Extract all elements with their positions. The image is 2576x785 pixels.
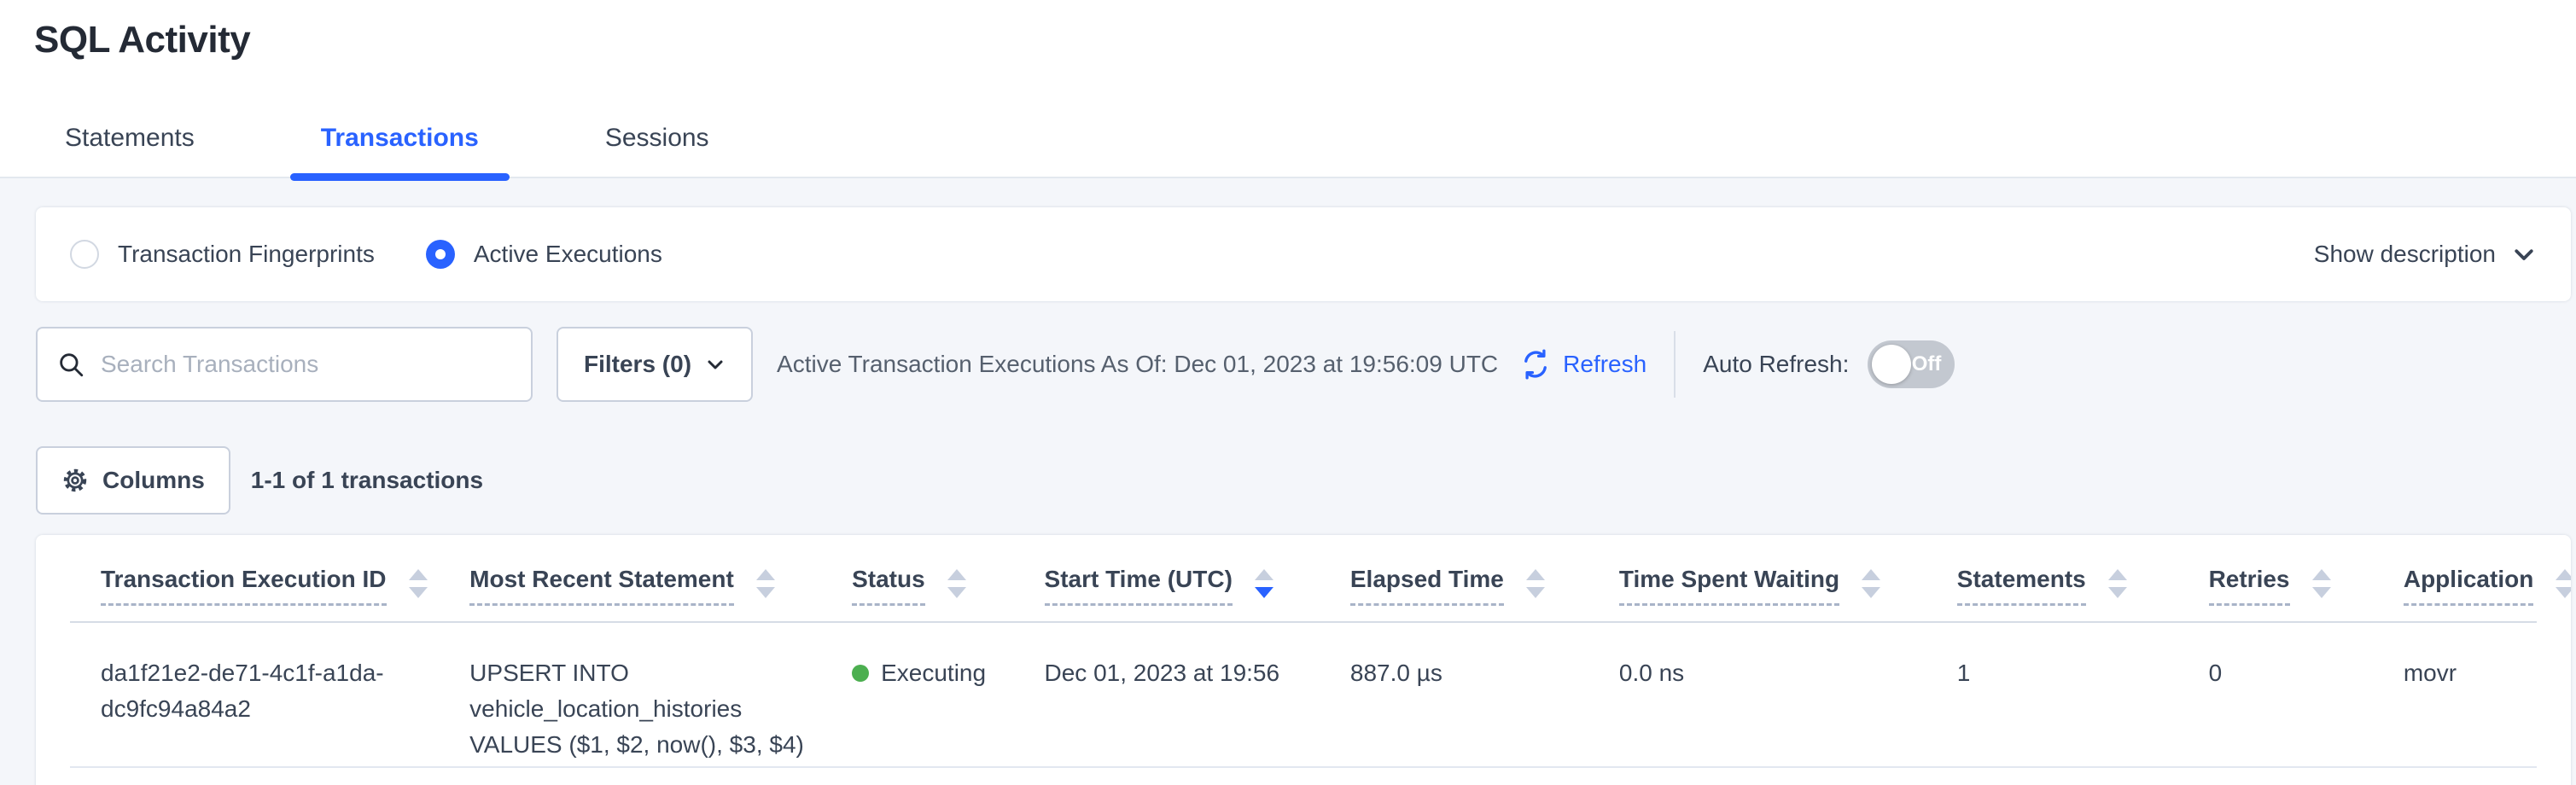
table-row: da1f21e2-de71-4c1f-a1da-dc9fc94a84a2 UPS… (70, 622, 2537, 767)
refresh-icon (1520, 349, 1551, 380)
column-header-status[interactable]: Status (852, 535, 1044, 622)
search-input[interactable] (101, 351, 512, 378)
toolbar: Filters (0) Active Transaction Execution… (36, 327, 2571, 402)
column-header-elapsed-time[interactable]: Elapsed Time (1350, 535, 1619, 622)
radio-label: Transaction Fingerprints (118, 241, 375, 268)
filters-button[interactable]: Filters (0) (557, 327, 753, 402)
cell-transaction-execution-id[interactable]: da1f21e2-de71-4c1f-a1da-dc9fc94a84a2 (70, 622, 469, 767)
columns-label: Columns (102, 467, 205, 494)
tab-statements[interactable]: Statements (34, 124, 225, 177)
show-description-label: Show description (2314, 241, 2496, 268)
radio-active-executions[interactable]: Active Executions (426, 240, 662, 269)
radio-selected-icon (426, 240, 455, 269)
main-content: Transaction Fingerprints Active Executio… (0, 178, 2576, 785)
cell-statements: 1 (1957, 622, 2209, 767)
tab-sessions[interactable]: Sessions (574, 124, 740, 177)
cell-application: movr (2404, 622, 2537, 767)
sort-icon[interactable] (2312, 566, 2331, 598)
radio-label: Active Executions (474, 241, 662, 268)
tab-bar: Statements Transactions Sessions (34, 124, 2542, 177)
page-header: SQL Activity Statements Transactions Ses… (0, 0, 2576, 178)
status-label: Executing (881, 655, 986, 691)
radio-unselected-icon (70, 240, 99, 269)
refresh-label: Refresh (1563, 351, 1646, 378)
search-box (36, 327, 533, 402)
cell-start-time: Dec 01, 2023 at 19:56 (1045, 622, 1350, 767)
tab-transactions[interactable]: Transactions (290, 124, 510, 177)
cell-status: Executing (852, 622, 1044, 767)
filters-label: Filters (0) (584, 351, 691, 378)
sql-activity-page: SQL Activity Statements Transactions Ses… (0, 0, 2576, 785)
toolbar-divider (1674, 331, 1676, 398)
page-title: SQL Activity (34, 19, 2542, 62)
sort-icon[interactable] (756, 566, 775, 598)
column-header-retries[interactable]: Retries (2209, 535, 2404, 622)
column-header-application[interactable]: Application (2404, 535, 2537, 622)
cell-most-recent-statement: UPSERT INTO vehicle_location_histories V… (469, 622, 852, 767)
show-description-toggle[interactable]: Show description (2314, 241, 2537, 268)
table-controls: Columns 1-1 of 1 transactions (36, 446, 2571, 515)
toggle-knob-icon (1872, 345, 1911, 384)
sort-icon[interactable] (947, 566, 966, 598)
column-header-time-spent-waiting[interactable]: Time Spent Waiting (1619, 535, 1957, 622)
chevron-down-icon (2511, 241, 2537, 267)
sort-icon[interactable] (2108, 566, 2127, 598)
transactions-table: Transaction Execution ID Most Recent Sta… (70, 535, 2537, 768)
table-header-row: Transaction Execution ID Most Recent Sta… (70, 535, 2537, 622)
column-header-start-time[interactable]: Start Time (UTC) (1045, 535, 1350, 622)
transactions-table-card: Transaction Execution ID Most Recent Sta… (36, 535, 2571, 785)
sort-icon[interactable] (409, 566, 428, 598)
chevron-down-icon (705, 354, 726, 375)
as-of-label: Active Transaction Executions As Of: Dec… (777, 351, 1498, 378)
sort-desc-icon[interactable] (1255, 566, 1273, 598)
sort-icon[interactable] (1862, 566, 1880, 598)
radio-transaction-fingerprints[interactable]: Transaction Fingerprints (70, 240, 375, 269)
auto-refresh-toggle[interactable]: Off (1868, 340, 1955, 388)
cell-retries: 0 (2209, 622, 2404, 767)
executing-status-dot-icon (852, 665, 869, 682)
refresh-button[interactable]: Refresh (1520, 349, 1646, 380)
column-header-statements[interactable]: Statements (1957, 535, 2209, 622)
search-icon (56, 350, 85, 379)
sort-icon[interactable] (2556, 566, 2571, 598)
cell-time-spent-waiting: 0.0 ns (1619, 622, 1957, 767)
auto-refresh-label: Auto Refresh: (1703, 351, 1849, 378)
toggle-state-label: Off (1912, 352, 1942, 376)
column-header-transaction-execution-id[interactable]: Transaction Execution ID (70, 535, 469, 622)
results-count: 1-1 of 1 transactions (251, 467, 483, 494)
view-mode-card: Transaction Fingerprints Active Executio… (36, 207, 2571, 301)
gear-icon (61, 467, 89, 494)
cell-elapsed-time: 887.0 µs (1350, 622, 1619, 767)
columns-button[interactable]: Columns (36, 446, 230, 515)
column-header-most-recent-statement[interactable]: Most Recent Statement (469, 535, 852, 622)
sort-icon[interactable] (1526, 566, 1545, 598)
